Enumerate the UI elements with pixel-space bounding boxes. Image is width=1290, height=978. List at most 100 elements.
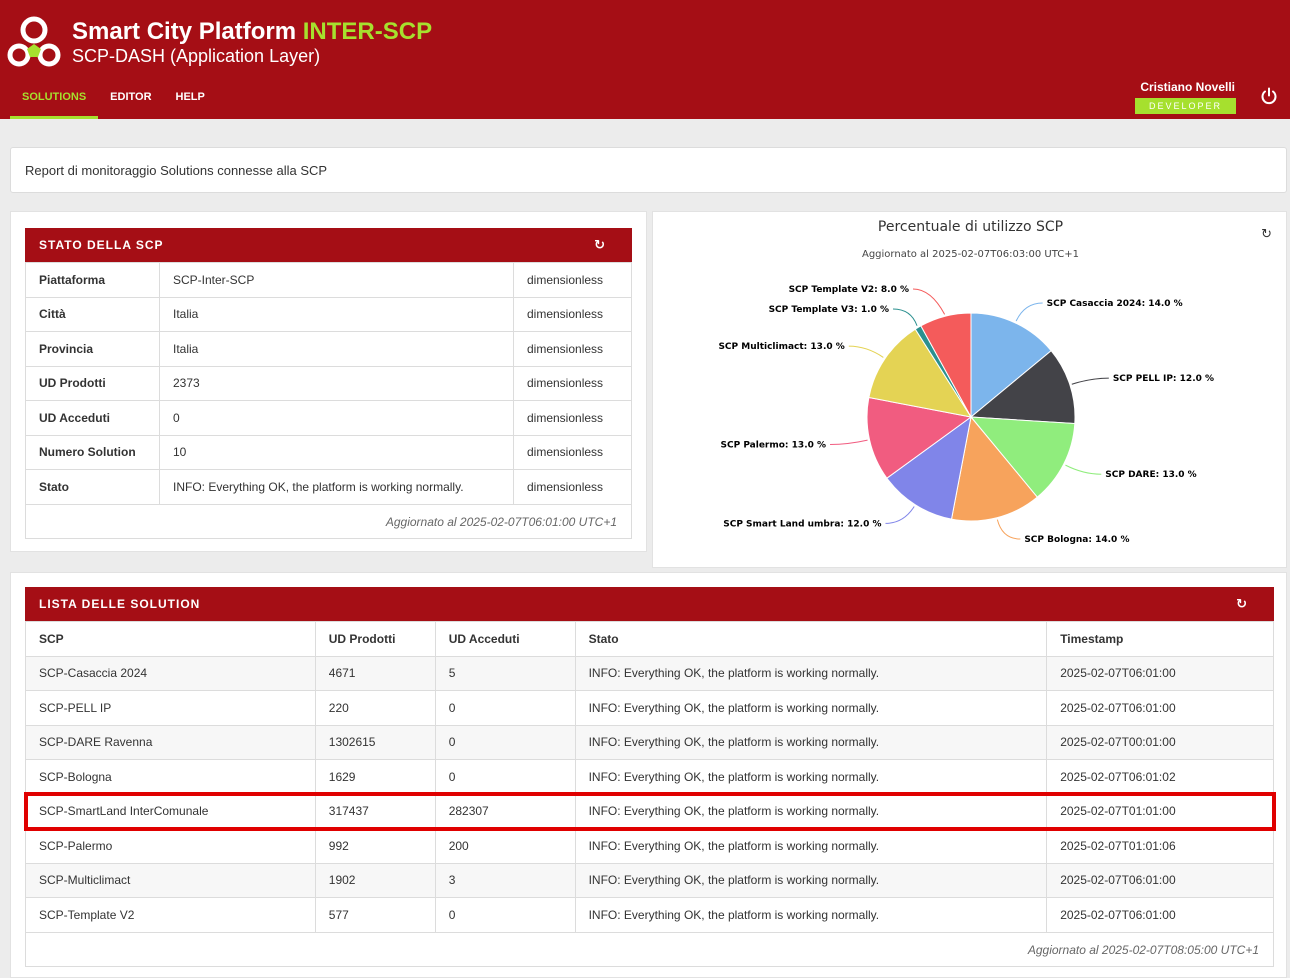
solution-list-panel: LISTA DELLE SOLUTION ↻ SCP UD Prodotti UD … [10, 572, 1287, 978]
user-name: Cristiano Novelli [1140, 80, 1235, 94]
table-cell: 2025-02-07T06:01:00 [1046, 655, 1274, 691]
table-cell: 3 [434, 862, 576, 898]
status-row: Città Italia dimensionless [25, 296, 632, 332]
pie-connector [912, 288, 946, 315]
status-unit: dimensionless [513, 365, 632, 401]
column-header[interactable]: Timestamp [1046, 621, 1274, 657]
table-cell: 220 [314, 690, 436, 726]
table-cell: 317437 [314, 793, 436, 829]
table-cell: 0 [434, 897, 576, 933]
pie-label: SCP Casaccia 2024: 14.0 % [1047, 299, 1183, 309]
status-row: Stato INFO: Everything OK, the platform i… [25, 469, 632, 505]
status-row: Piattaforma SCP-Inter-SCP dimensionless [25, 262, 632, 298]
table-cell: 0 [434, 759, 576, 795]
status-key: UD Acceduti [25, 400, 160, 436]
table-row[interactable]: SCP-Casaccia 2024 4671 5 INFO: Everything O… [25, 655, 1274, 691]
column-header[interactable]: UD Prodotti [314, 621, 436, 657]
pie-label: SCP Multiclimact: 13.0 % [718, 342, 844, 352]
app-header: Smart City Platform INTER-SCP SCP-DASH (… [0, 0, 1290, 119]
table-cell: 1902 [314, 862, 436, 898]
status-value: 10 [159, 434, 514, 470]
pie-connector [1015, 302, 1043, 322]
table-cell: 577 [314, 897, 436, 933]
table-row[interactable]: SCP-Template V2 577 0 INFO: Everything OK, … [25, 897, 1274, 933]
column-header[interactable]: Stato [574, 621, 1048, 657]
status-unit: dimensionless [513, 262, 632, 298]
status-value: Italia [159, 331, 514, 367]
refresh-icon[interactable]: ↻ [1236, 587, 1248, 621]
table-row[interactable]: SCP-Bologna 1629 0 INFO: Everything OK, the… [25, 759, 1274, 795]
nav-help[interactable]: HELP [164, 84, 217, 119]
list-panel-header: LISTA DELLE SOLUTION ↻ [25, 587, 1274, 621]
table-cell: 200 [434, 828, 576, 864]
status-key: Numero Solution [25, 434, 160, 470]
pie-connector [996, 519, 1021, 540]
table-cell: INFO: Everything OK, the platform is wor… [574, 897, 1048, 933]
table-cell: 1629 [314, 759, 436, 795]
usage-pie-chart: SCP Casaccia 2024: 14.0 % SCP PELL IP: 12… [718, 285, 1214, 545]
status-value: 0 [159, 400, 514, 436]
logout-power-icon[interactable] [1260, 87, 1278, 105]
table-cell: 2025-02-07T00:01:00 [1046, 724, 1274, 760]
column-header[interactable]: UD Acceduti [434, 621, 576, 657]
table-cell: INFO: Everything OK, the platform is wor… [574, 793, 1048, 829]
status-row: UD Prodotti 2373 dimensionless [25, 365, 632, 401]
list-updated: Aggiornato al 2025-02-07T08:05:00 UTC+1 [25, 932, 1274, 967]
pie-label: SCP Bologna: 14.0 % [1024, 535, 1129, 545]
pie-connector [885, 506, 915, 524]
status-key: UD Prodotti [25, 365, 160, 401]
table-cell: 2025-02-07T01:01:00 [1046, 793, 1274, 829]
status-table: Piattaforma SCP-Inter-SCP dimensionless Cit… [25, 262, 632, 505]
table-row[interactable]: SCP-DARE Ravenna 1302615 0 INFO: Everything… [25, 724, 1274, 760]
report-info-bar: Report di monitoraggio Solutions conness… [10, 147, 1287, 193]
status-key: Piattaforma [25, 262, 160, 298]
pie-label: SCP Template V2: 8.0 % [789, 285, 909, 295]
table-row[interactable]: SCP-Multiclimact 1902 3 INFO: Everything OK… [25, 862, 1274, 898]
table-row[interactable]: SCP-SmartLand InterComunale 317437 282307 I… [23, 792, 1276, 831]
platform-logo-icon [7, 16, 61, 67]
status-value: 2373 [159, 365, 514, 401]
status-unit: dimensionless [513, 434, 632, 470]
table-cell: 0 [434, 690, 576, 726]
table-cell: SCP-Bologna [25, 759, 316, 795]
status-value: INFO: Everything OK, the platform is wor… [159, 469, 514, 505]
status-key: Stato [25, 469, 160, 505]
status-row: Provincia Italia dimensionless [25, 331, 632, 367]
table-cell: 2025-02-07T06:01:00 [1046, 862, 1274, 898]
refresh-icon[interactable]: ↻ [594, 228, 606, 262]
table-cell: 2025-02-07T06:01:02 [1046, 759, 1274, 795]
nav-solutions[interactable]: SOLUTIONS [10, 84, 99, 119]
table-cell: SCP-SmartLand InterComunale [25, 793, 316, 829]
pie-connector [1071, 377, 1109, 385]
table-cell: 0 [434, 724, 576, 760]
table-cell: SCP-Template V2 [25, 897, 316, 933]
nav-editor[interactable]: EDITOR [98, 84, 163, 119]
pie-label: SCP PELL IP: 12.0 % [1113, 374, 1214, 384]
table-cell: SCP-Palermo [25, 828, 316, 864]
status-unit: dimensionless [513, 469, 632, 505]
pie-connector [1065, 464, 1102, 475]
table-row[interactable]: SCP-PELL IP 220 0 INFO: Everything OK, the … [25, 690, 1274, 726]
table-cell: 4671 [314, 655, 436, 691]
status-panel-header: STATO DELLA SCP ↻ [25, 228, 632, 262]
status-unit: dimensionless [513, 296, 632, 332]
app-title-accent: INTER-SCP [302, 18, 433, 45]
table-cell: 5 [434, 655, 576, 691]
pie-connector [830, 439, 868, 445]
status-value: Italia [159, 296, 514, 332]
table-cell: SCP-Multiclimact [25, 862, 316, 898]
table-cell: INFO: Everything OK, the platform is wor… [574, 655, 1048, 691]
column-header[interactable]: SCP [25, 621, 316, 657]
status-key: Provincia [25, 331, 160, 367]
table-cell: 992 [314, 828, 436, 864]
app-title: Smart City Platform INTER-SCP [72, 18, 432, 46]
table-row[interactable]: SCP-Palermo 992 200 INFO: Everything OK, th… [25, 828, 1274, 864]
table-cell: 2025-02-07T06:01:00 [1046, 897, 1274, 933]
app-subtitle: SCP-DASH (Application Layer) [72, 46, 321, 66]
status-key: Città [25, 296, 160, 332]
table-cell: INFO: Everything OK, the platform is wor… [574, 828, 1048, 864]
table-cell: 2025-02-07T01:01:06 [1046, 828, 1274, 864]
table-cell: INFO: Everything OK, the platform is wor… [574, 759, 1048, 795]
table-cell: 282307 [434, 793, 576, 829]
pie-connector [892, 308, 918, 326]
